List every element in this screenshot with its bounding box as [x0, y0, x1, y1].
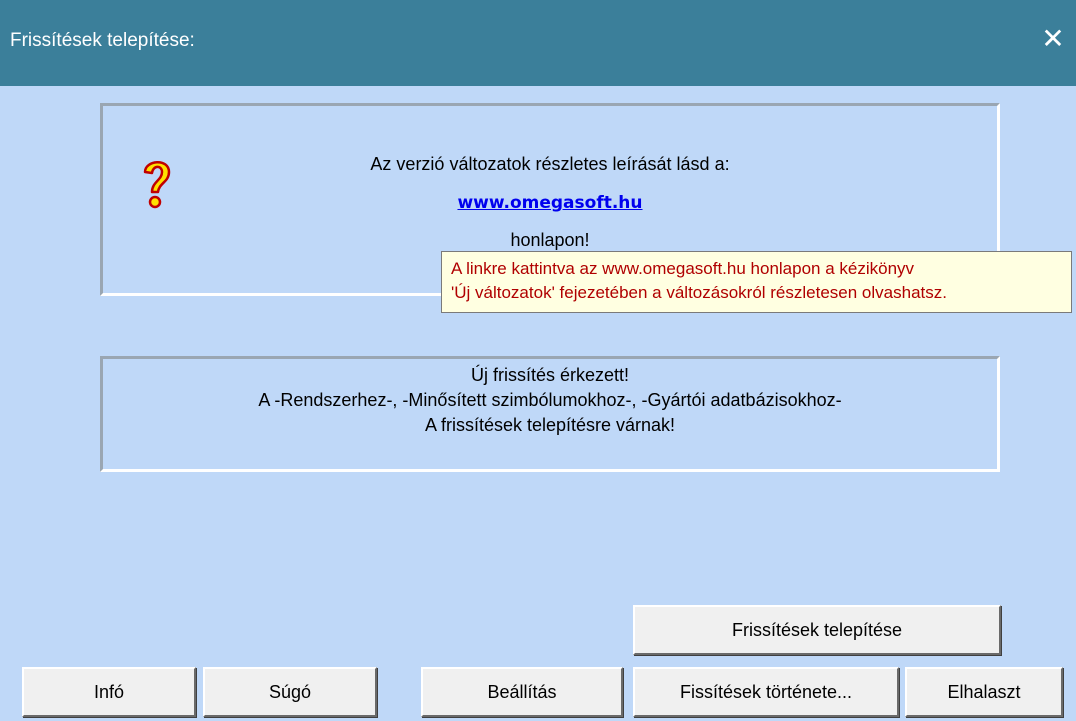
status-line-3: A frissítések telepítésre várnak!	[424, 415, 676, 435]
status-line-1: Új frissítés érkezett!	[470, 365, 630, 385]
tooltip-line-1: A linkre kattintva az www.omegasoft.hu h…	[451, 259, 915, 278]
update-dialog: Frissítések telepítése: ✕ Az verzió vált…	[0, 0, 1076, 721]
info-button[interactable]: Infó	[22, 667, 196, 717]
install-updates-button[interactable]: Frissítések telepítése	[633, 605, 1001, 655]
close-icon: ✕	[1041, 23, 1065, 54]
status-line-2: A -Rendszerhez-, -Minősített szimbólumok…	[258, 390, 842, 410]
title-bar[interactable]: Frissítések telepítése: ✕	[0, 0, 1076, 86]
link-tooltip: A linkre kattintva az www.omegasoft.hu h…	[441, 251, 1072, 313]
update-history-button[interactable]: Fissítések története...	[633, 667, 899, 717]
info-line-3: honlapon!	[510, 230, 590, 250]
settings-button[interactable]: Beállítás	[421, 667, 623, 717]
status-panel: Új frissítés érkezett! A -Rendszerhez-, …	[100, 356, 1000, 472]
website-link[interactable]: www.omegasoft.hu	[457, 193, 642, 213]
info-line-1: Az verzió változatok részletes leírását …	[370, 154, 730, 174]
postpone-button[interactable]: Elhalaszt	[905, 667, 1063, 717]
website-link-row: www.omegasoft.hu	[103, 192, 997, 213]
close-button[interactable]: ✕	[1030, 16, 1076, 62]
tooltip-line-2: 'Új változatok' fejezetében a változások…	[451, 283, 947, 302]
window-title: Frissítések telepítése:	[10, 30, 195, 51]
help-button[interactable]: Súgó	[203, 667, 377, 717]
